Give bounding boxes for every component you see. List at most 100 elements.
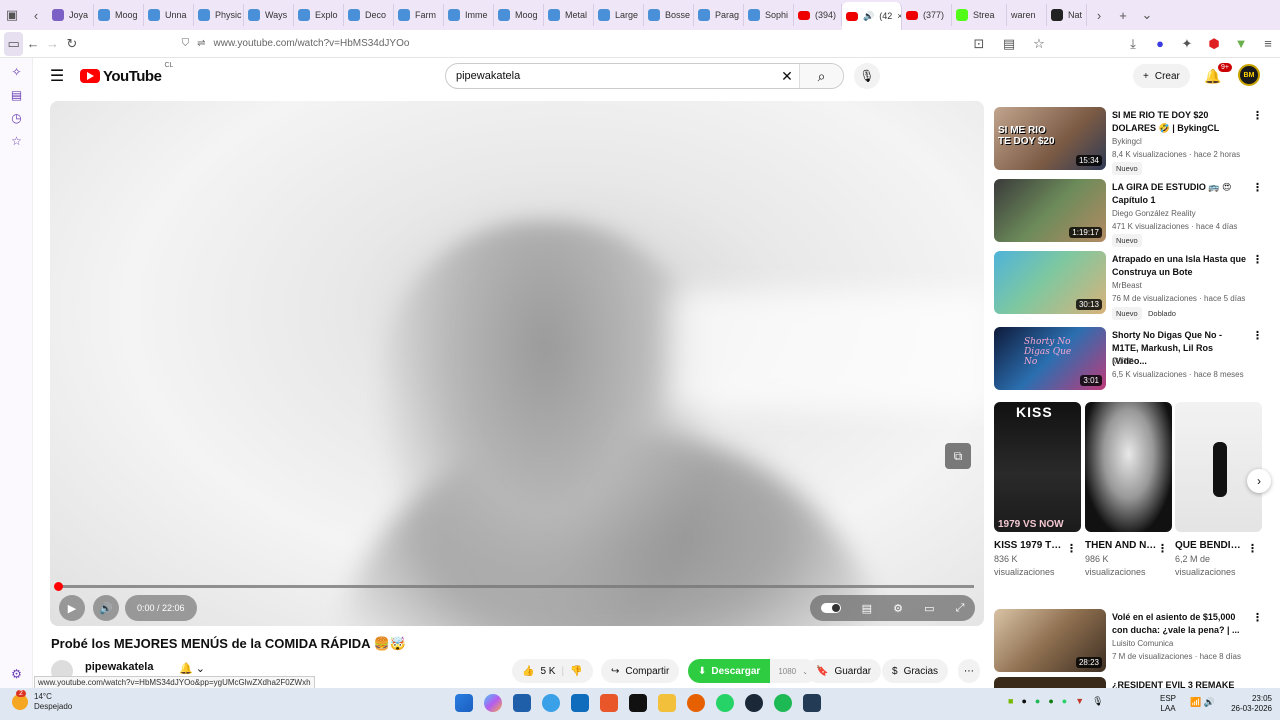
browser-tab[interactable]: Deco <box>344 4 394 26</box>
youtube-logo[interactable]: YouTube CL <box>80 62 173 85</box>
address-field[interactable]: ⛉ ⇌ www.youtube.com/watch?v=HbMS34dJYOo <box>182 38 877 49</box>
video-player[interactable]: ⧉ ▶ 🔊 0:00 / 22:06 ▤ ⚙ ▭ ⤢ <box>50 101 984 626</box>
capcut-icon[interactable] <box>629 694 647 712</box>
share-button[interactable]: ↪ Compartir <box>601 659 680 683</box>
short-title[interactable]: THEN AND NOW: KISS ... <box>1085 539 1157 553</box>
video-thumbnail[interactable]: 30:13 <box>994 251 1106 314</box>
browser-tab[interactable]: (394) <box>794 4 842 26</box>
browser-tab[interactable]: Metal <box>544 4 594 26</box>
create-button[interactable]: + Crear <box>1133 64 1190 88</box>
short-thumbnail[interactable]: KISS 1979 VS NOW <box>994 402 1081 532</box>
channel-name[interactable]: pipewakatela <box>85 661 153 673</box>
reload-icon[interactable]: ↻ <box>62 32 81 56</box>
account-icon[interactable]: ● <box>1148 32 1172 56</box>
short-title[interactable]: QUE BENDICION... <box>1175 539 1247 553</box>
thanks-button[interactable]: $ Gracias <box>882 659 949 683</box>
short-thumbnail[interactable] <box>1085 402 1172 532</box>
short-thumbnail[interactable] <box>1175 402 1262 532</box>
settings-gear-icon[interactable]: ⚙ <box>0 662 33 685</box>
browser-tab[interactable]: Ways <box>244 4 294 26</box>
more-actions-icon[interactable]: ⋯ <box>958 659 980 683</box>
recommendation-item[interactable]: Shorty No Digas Que No 3:01 Shorty No Di… <box>994 327 1264 397</box>
file-explorer-icon[interactable] <box>658 694 676 712</box>
browser-tab[interactable]: Farm <box>394 4 444 26</box>
browser-tab[interactable]: Joya <box>48 4 94 26</box>
scroll-tabs-right-icon[interactable]: › <box>1087 3 1111 27</box>
forward-icon[interactable]: → <box>43 32 62 56</box>
vpn-tray-icon[interactable]: ▼ <box>1075 696 1084 707</box>
video-title[interactable]: Atrapado en una Isla Hasta que Construya… <box>1112 253 1247 279</box>
shield-icon[interactable]: ⛉ <box>182 38 190 49</box>
browser-tab[interactable]: Explo <box>294 4 344 26</box>
bookmark-star-icon[interactable]: ☆ <box>1027 32 1051 56</box>
browser-tab-active[interactable]: 🔊 (42 × <box>842 2 902 30</box>
video-title[interactable]: ¿RESIDENT EVIL 3 REMAKE ES <box>1112 679 1247 688</box>
more-options-icon[interactable]: ⋮ <box>1066 542 1077 555</box>
download-button[interactable]: ⬇Descargar 1080⌄ <box>688 659 817 683</box>
short-item[interactable]: QUE BENDICION... 6,2 M de visualizacione… <box>1175 402 1262 579</box>
input-language[interactable]: ESP LAA <box>1160 694 1176 714</box>
microphone-icon[interactable]: 🎙 <box>1092 696 1103 707</box>
browser-tab[interactable]: (377) <box>902 4 952 26</box>
store-icon[interactable] <box>513 694 531 712</box>
video-thumbnail[interactable] <box>994 677 1106 688</box>
notifications-bell-icon[interactable]: 🔔 9+ <box>1202 63 1232 87</box>
weather-widget[interactable]: 2 14°C Despejado <box>12 690 72 712</box>
account-avatar[interactable]: BM <box>1238 64 1260 86</box>
steam-icon[interactable] <box>745 694 763 712</box>
video-thumbnail[interactable]: Shorty No Digas Que No 3:01 <box>994 327 1106 390</box>
screenshot-icon[interactable]: ⊡ <box>967 32 991 56</box>
spotify-tray-icon[interactable]: ● <box>1035 696 1040 707</box>
browser-tab[interactable]: Strea <box>952 4 1007 26</box>
search-box[interactable]: pipewakatela ✕ ⌕ <box>445 63 844 89</box>
play-button[interactable]: ▶ <box>59 595 85 621</box>
short-item[interactable]: KISS 1979 VS NOW KISS 1979 TRANSFOR... 8… <box>994 402 1081 579</box>
video-thumbnail[interactable]: 1:19:17 <box>994 179 1106 242</box>
tab-search-chevron-icon[interactable]: ⌄ <box>1135 3 1159 27</box>
download-icon[interactable]: ⤓ <box>1121 32 1145 56</box>
more-options-icon[interactable]: ⋮ <box>1252 109 1263 122</box>
sidebar-toggle-icon[interactable]: ▭ <box>4 31 24 56</box>
network-volume-icons[interactable]: 📶 🔊 <box>1190 697 1215 708</box>
start-menu-icon[interactable] <box>455 694 473 712</box>
more-options-icon[interactable]: ⋮ <box>1252 181 1263 194</box>
browser-tab[interactable]: Large <box>594 4 644 26</box>
search-button[interactable]: ⌕ <box>799 64 843 88</box>
more-options-icon[interactable]: ⋮ <box>1247 542 1258 555</box>
more-options-icon[interactable]: ⋮ <box>1252 253 1263 266</box>
outlook-icon[interactable] <box>571 694 589 712</box>
ai-icon[interactable]: ✧ <box>0 60 33 83</box>
autoplay-toggle[interactable] <box>820 603 841 613</box>
xbox-icon[interactable]: ● <box>1048 696 1053 707</box>
tab-list-chevron-icon[interactable]: ‹ <box>24 3 48 27</box>
channel-name[interactable]: MrBeast <box>1112 281 1142 290</box>
browser-tab[interactable]: Imme <box>444 4 494 26</box>
video-thumbnail[interactable]: SI ME RIO TE DOY $20 15:34 <box>994 107 1106 170</box>
save-button[interactable]: 🔖 Guardar <box>806 659 882 683</box>
collections-icon[interactable]: ▤ <box>0 83 33 106</box>
short-item[interactable]: THEN AND NOW: KISS ... 986 K visualizaci… <box>1085 402 1172 579</box>
browser-tab[interactable]: Physic <box>194 4 244 26</box>
browser-tab[interactable]: Sophi <box>744 4 794 26</box>
video-title[interactable]: LA GIRA DE ESTUDIO 🚌 😍 Capítulo 1 <box>1112 181 1247 207</box>
channel-name[interactable]: Luisito Comunica <box>1112 639 1173 648</box>
app-icon[interactable] <box>600 694 618 712</box>
nvidia-icon[interactable]: ■ <box>1008 696 1013 707</box>
reader-view-icon[interactable]: ▤ <box>997 32 1021 56</box>
volume-icon[interactable]: 🔊 <box>93 595 119 621</box>
browser-tab[interactable]: Nat <box>1047 4 1087 26</box>
video-title[interactable]: Volé en el asiento de $15,000 con ducha:… <box>1112 611 1247 637</box>
browser-tab[interactable]: Parag <box>694 4 744 26</box>
app-tray-icon[interactable]: ● <box>1021 696 1026 707</box>
channel-name[interactable]: M1TE <box>1112 357 1133 366</box>
recommendation-item[interactable]: 30:13 Atrapado en una Isla Hasta que Con… <box>994 251 1264 321</box>
vpn-icon[interactable]: ▼ <box>1229 32 1253 56</box>
subtitles-icon[interactable]: ▤ <box>862 602 872 615</box>
favorites-icon[interactable]: ☆ <box>0 129 33 152</box>
short-title[interactable]: KISS 1979 TRANSFOR... <box>994 539 1066 553</box>
theater-mode-icon[interactable]: ▭ <box>924 602 934 615</box>
extensions-icon[interactable]: ✦ <box>1175 32 1199 56</box>
recommendation-item[interactable]: SI ME RIO TE DOY $20 15:34 SI ME RIO TE … <box>994 107 1264 177</box>
adblock-icon[interactable]: ⬢ <box>1202 32 1226 56</box>
more-options-icon[interactable]: ⋮ <box>1252 611 1263 624</box>
